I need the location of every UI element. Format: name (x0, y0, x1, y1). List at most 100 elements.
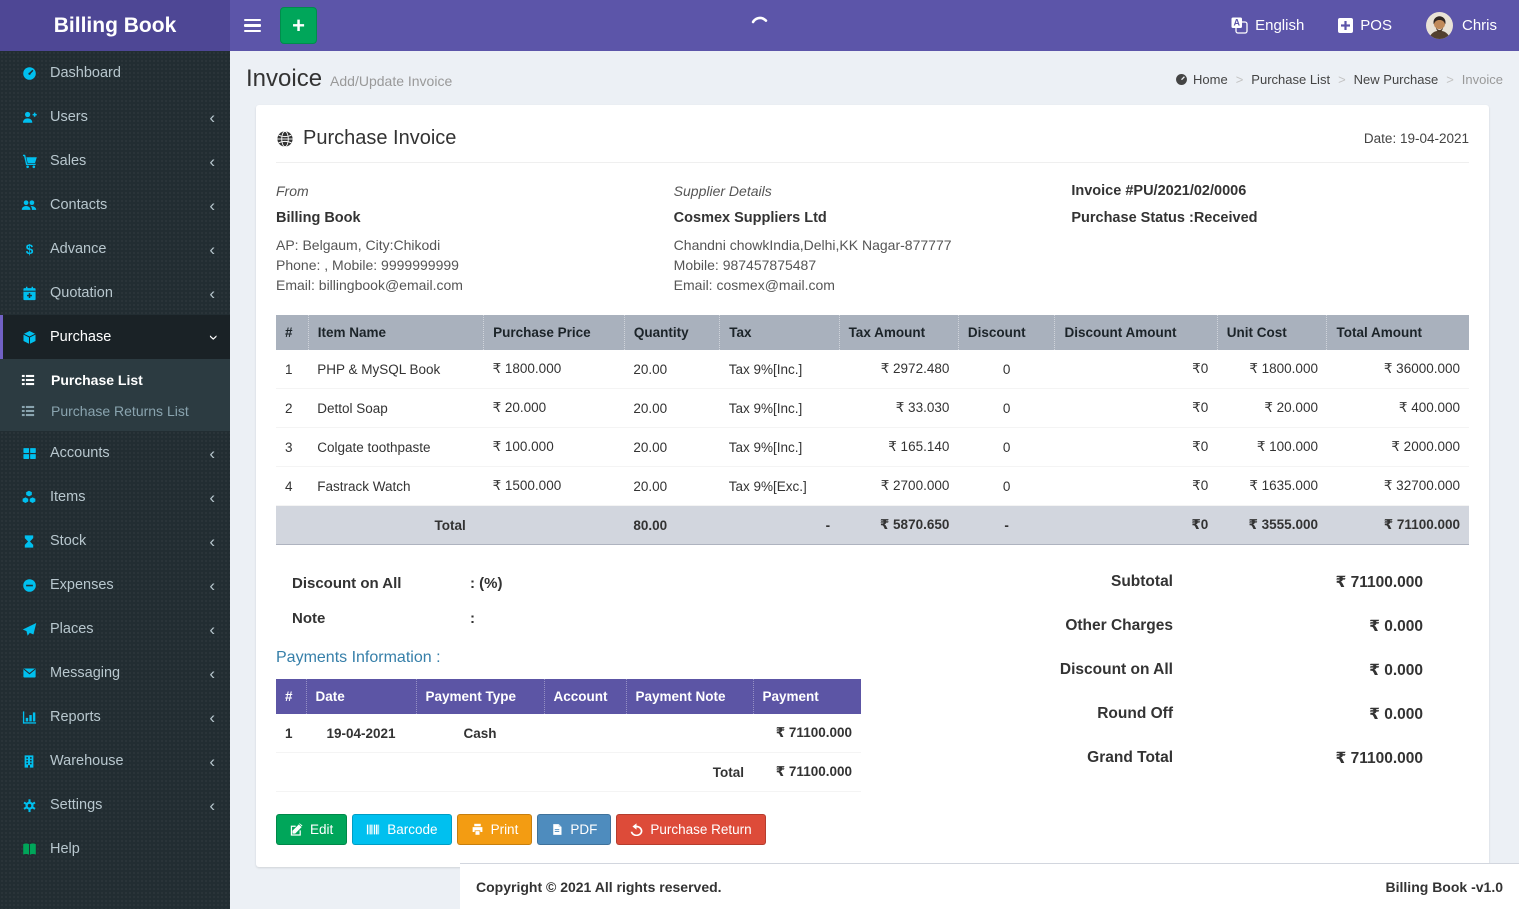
sidebar-item-messaging[interactable]: Messaging ‹ (0, 651, 230, 695)
avatar (1425, 12, 1453, 39)
book-icon (18, 842, 40, 857)
sidebar-item-settings[interactable]: Settings ‹ (0, 783, 230, 827)
cube-icon (18, 330, 40, 345)
sidebar-item-stock[interactable]: Stock ‹ (0, 519, 230, 563)
column-header: Discount Amount (1054, 315, 1218, 350)
cubes-icon (18, 490, 40, 505)
sidebar-subitem-purchase-list[interactable]: Purchase List (0, 364, 230, 395)
chevron-left-icon: ‹ (209, 751, 215, 771)
column-header: Tax (719, 315, 840, 350)
action-buttons: Edit Barcode Print PDF Purchase Return (276, 814, 916, 845)
sidebar-item-purchase[interactable]: Purchase ‹ (0, 315, 230, 359)
sidebar-subitem-purchase-returns-list[interactable]: Purchase Returns List (0, 395, 230, 426)
language-icon: A (1231, 17, 1248, 34)
items-table: # Item Name Purchase Price Quantity Tax Tax A… (276, 315, 1469, 545)
invoice-meta-block: Invoice #PU/2021/02/0006 Purchase Status… (1071, 181, 1469, 295)
summary-label: Other Charges (1065, 617, 1173, 634)
sidebar-item-accounts[interactable]: Accounts ‹ (0, 431, 230, 475)
sidebar-item-users[interactable]: Users ‹ (0, 95, 230, 139)
sidebar-item-quotation[interactable]: Quotation ‹ (0, 271, 230, 315)
gears-icon (18, 798, 40, 813)
note-row: Note : (292, 610, 475, 627)
payments-table: # Date Payment Type Account Payment Note Paym… (276, 679, 861, 792)
chevron-left-icon: ‹ (209, 443, 215, 463)
main-content: Invoice Add/Update Invoice Home > Purcha… (230, 51, 1519, 909)
chevron-down-icon: ‹ (202, 334, 222, 340)
column-header: Payment (753, 679, 861, 714)
loading-spinner-icon (749, 15, 771, 37)
dashboard-icon (18, 66, 40, 81)
payments-total-row: Total ₹ 71100.000 (276, 752, 861, 792)
svg-text:$: $ (25, 242, 33, 257)
breadcrumb-current: Invoice (1461, 71, 1503, 87)
sidebar-item-help[interactable]: Help (0, 827, 230, 871)
chevron-left-icon: ‹ (209, 575, 215, 595)
copyright-text: Copyright © 2021 All rights reserved. (476, 878, 722, 895)
summary-value: ₹ 71100.000 (1335, 574, 1423, 591)
print-button[interactable]: Print (456, 814, 533, 845)
users-icon (18, 198, 40, 213)
from-block: From Billing Book AP: Belgaum, City:Chik… (276, 181, 674, 295)
sidebar-item-reports[interactable]: Reports ‹ (0, 695, 230, 739)
purchase-return-button[interactable]: Purchase Return (616, 814, 766, 845)
pos-button[interactable]: POS (1338, 17, 1392, 34)
chevron-left-icon: ‹ (209, 663, 215, 683)
language-switcher[interactable]: A English (1231, 17, 1304, 34)
column-header: Payment Type (416, 679, 545, 714)
barcode-icon (366, 823, 380, 836)
sidebar-item-dashboard[interactable]: Dashboard (0, 51, 230, 95)
column-header: Quantity (624, 315, 721, 350)
item-row: 1 PHP & MySQL Book ₹ 1800.000 20.00 Tax … (276, 350, 1469, 389)
chevron-left-icon: ‹ (209, 619, 215, 639)
edit-button[interactable]: Edit (276, 814, 348, 845)
column-header: Payment Note (626, 679, 754, 714)
sidebar-item-warehouse[interactable]: Warehouse ‹ (0, 739, 230, 783)
column-header: Unit Cost (1217, 315, 1328, 350)
sidebar-item-sales[interactable]: Sales ‹ (0, 139, 230, 183)
invoice-number: Invoice #PU/2021/02/0006 (1071, 183, 1247, 199)
pdf-button[interactable]: PDF (537, 814, 612, 845)
sidebar-item-places[interactable]: Places ‹ (0, 607, 230, 651)
sidebar-item-expenses[interactable]: Expenses ‹ (0, 563, 230, 607)
barcode-button[interactable]: Barcode (352, 814, 452, 845)
page-title: Invoice (246, 65, 323, 92)
sidebar-item-contacts[interactable]: Contacts ‹ (0, 183, 230, 227)
envelope-icon (18, 666, 40, 680)
chevron-left-icon: ‹ (209, 151, 215, 171)
hamburger-icon[interactable] (230, 0, 274, 51)
chevron-left-icon: ‹ (209, 707, 215, 727)
breadcrumb-home[interactable]: Home (1175, 72, 1228, 87)
breadcrumb-purchase-list[interactable]: Purchase List (1251, 72, 1330, 87)
chevron-left-icon: ‹ (209, 531, 215, 551)
calendar-plus-icon (18, 286, 40, 301)
payments-header-row: # Date Payment Type Account Payment Note Paym… (276, 679, 861, 714)
breadcrumb: Home > Purchase List > New Purchase > In… (1175, 72, 1503, 87)
svg-text:A: A (1234, 18, 1241, 28)
brand-logo[interactable]: Billing Book (0, 0, 230, 51)
summary-row: Grand Total ₹ 71100.000 (1039, 749, 1423, 768)
invoice-date: Date: 19-04-2021 (1363, 131, 1469, 146)
pdf-file-icon (551, 823, 563, 836)
column-header: Tax Amount (839, 315, 959, 350)
summary-label: Subtotal (1111, 573, 1173, 590)
chevron-left-icon: ‹ (209, 107, 215, 127)
breadcrumb-new-purchase[interactable]: New Purchase (1354, 72, 1439, 87)
building-icon (18, 754, 40, 769)
quick-add-button[interactable]: + (280, 7, 317, 44)
summary-value: ₹ 71100.000 (1335, 750, 1423, 767)
chevron-left-icon: ‹ (209, 195, 215, 215)
undo-icon (630, 823, 643, 836)
summary-value: ₹ 0.000 (1369, 706, 1423, 723)
discount-on-all-row: Discount on All : (%) (292, 575, 503, 592)
purchase-status: Purchase Status :Received (1071, 210, 1258, 226)
supplier-name: Cosmex Suppliers Ltd (673, 210, 827, 226)
from-name: Billing Book (276, 210, 361, 226)
summary-value: ₹ 0.000 (1369, 618, 1423, 635)
page-subtitle: Add/Update Invoice (330, 73, 453, 89)
user-menu[interactable]: Chris (1425, 12, 1497, 39)
cart-icon (18, 154, 40, 169)
sidebar-item-advance[interactable]: $ Advance ‹ (0, 227, 230, 271)
item-row: 4 Fastrack Watch ₹ 1500.000 20.00 Tax 9%… (276, 466, 1469, 506)
home-dashboard-icon (1175, 73, 1188, 86)
sidebar-item-items[interactable]: Items ‹ (0, 475, 230, 519)
